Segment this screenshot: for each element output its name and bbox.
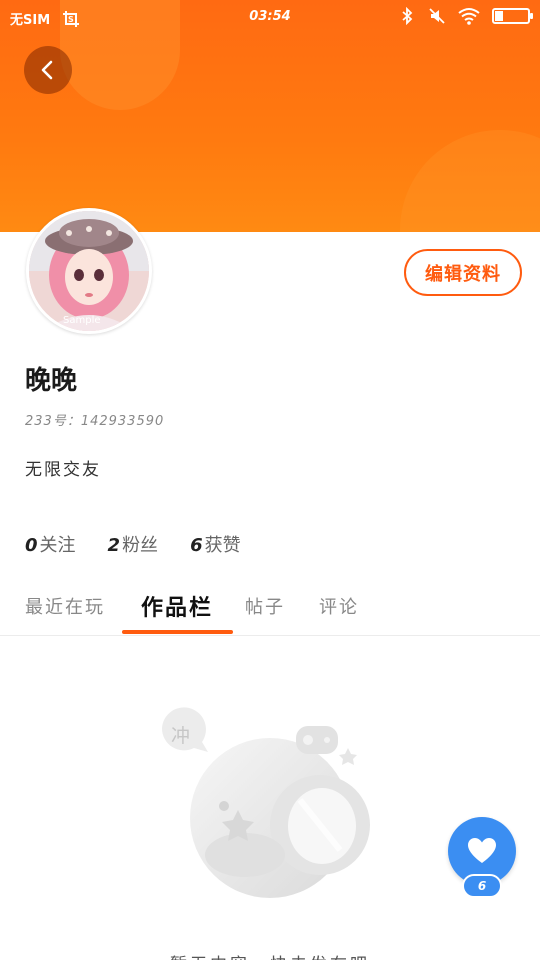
avatar-watermark: Sample — [63, 315, 101, 326]
stat-likes[interactable]: 6 获赞 — [190, 531, 241, 557]
username: 晚晚 — [25, 366, 78, 396]
stat-following[interactable]: 0 关注 — [25, 531, 76, 557]
banner-decoration — [400, 130, 540, 232]
empty-bubble-text: 冲 — [171, 725, 190, 747]
stat-followers[interactable]: 2 粉丝 — [108, 531, 159, 557]
active-tab-indicator — [122, 630, 233, 634]
stat-value: 6 — [190, 535, 203, 556]
header-banner — [0, 0, 540, 232]
battery-icon — [492, 8, 533, 24]
wifi-icon — [458, 8, 480, 25]
like-count-badge: 6 — [462, 874, 502, 898]
edit-profile-button[interactable]: 编辑资料 — [404, 249, 522, 296]
tab-recently-played[interactable]: 最近在玩 — [25, 593, 105, 619]
mute-icon — [429, 8, 445, 24]
profile-stats: 0 关注 2 粉丝 6 获赞 — [25, 531, 241, 557]
stat-label: 获赞 — [204, 535, 241, 556]
user-bio: 无限交友 — [25, 460, 101, 480]
tab-posts[interactable]: 帖子 — [245, 593, 285, 619]
avatar[interactable]: Sample — [26, 208, 152, 334]
chevron-left-icon — [41, 60, 53, 80]
stat-label: 粉丝 — [122, 535, 159, 556]
stat-label: 关注 — [39, 535, 76, 556]
bluetooth-icon — [402, 7, 413, 25]
stat-value: 2 — [107, 535, 121, 556]
back-button[interactable] — [24, 46, 72, 94]
tab-comments[interactable]: 评论 — [319, 593, 359, 619]
stat-value: 0 — [25, 535, 38, 556]
divider — [0, 635, 540, 636]
tab-works[interactable]: 作品栏 — [141, 590, 213, 622]
status-bar: 无SIM S 03:54 — [0, 0, 540, 34]
empty-state-message: 暂无内容，快去发布吧 — [0, 950, 540, 960]
user-id-value: 142933590 — [80, 414, 165, 429]
empty-state-illustration: 冲 — [161, 707, 370, 898]
heart-icon — [468, 838, 496, 863]
user-id-label: 233号： — [25, 414, 81, 429]
user-id: 233号：142933590 — [25, 410, 164, 429]
avatar-image: Sample — [29, 211, 149, 331]
tab-bar: 最近在玩 作品栏 帖子 评论 — [25, 588, 393, 624]
